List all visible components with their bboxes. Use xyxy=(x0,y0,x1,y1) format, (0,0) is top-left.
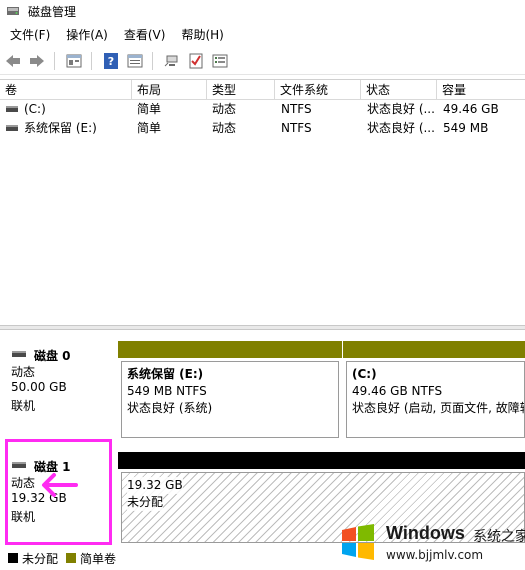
volume-capacity: 49.46 GB xyxy=(443,102,499,116)
disk-0-label[interactable]: 磁盘 0 动态 50.00 GB 联机 xyxy=(6,337,111,437)
partition-title: (C:) xyxy=(352,367,377,381)
forward-icon[interactable] xyxy=(26,50,48,72)
watermark: Windows 系统之家 www.bjjmlv.com xyxy=(336,516,525,570)
simple-volume-bar xyxy=(118,341,342,358)
column-header-volume[interactable]: 卷 xyxy=(0,80,132,100)
disk-type: 动态 xyxy=(11,365,36,379)
check-icon[interactable] xyxy=(185,50,207,72)
legend-swatch-simple xyxy=(66,553,77,563)
disk-state: 联机 xyxy=(11,399,36,413)
toolbar-separator xyxy=(54,51,55,70)
annotation-arrow-icon xyxy=(40,470,80,500)
disk-icon xyxy=(12,351,26,357)
title-bar: 磁盘管理 xyxy=(0,0,525,22)
volume-status: 状态良好 (... xyxy=(367,121,435,135)
drive-icon xyxy=(6,125,18,131)
menu-help[interactable]: 帮助(H) xyxy=(173,24,231,46)
volume-capacity: 549 MB xyxy=(443,121,489,135)
volume-type: 动态 xyxy=(212,121,237,135)
volume-type: 动态 xyxy=(212,102,237,116)
column-header-type[interactable]: 类型 xyxy=(207,80,275,100)
connect-icon[interactable] xyxy=(161,50,183,72)
volume-list: 卷 布局 类型 文件系统 状态 容量 (C:) 简单 动态 NTFS 状态良好 … xyxy=(0,79,525,325)
table-row[interactable]: 系统保留 (E:) 简单 动态 NTFS 状态良好 (... 549 MB xyxy=(0,119,525,138)
partition-size: 49.46 GB NTFS xyxy=(352,384,443,398)
table-row[interactable]: (C:) 简单 动态 NTFS 状态良好 (... 49.46 GB xyxy=(0,100,525,119)
toolbar-separator xyxy=(91,51,92,70)
watermark-brand: Windows xyxy=(386,523,465,543)
column-header-capacity[interactable]: 容量 xyxy=(437,80,525,100)
volume-layout: 简单 xyxy=(137,121,162,135)
toolbar: ? xyxy=(0,47,525,75)
partition-title: 系统保留 (E:) xyxy=(127,367,204,381)
partition-status: 状态良好 (启动, 页面文件, 故障转 xyxy=(352,401,525,415)
windows-logo-icon xyxy=(338,522,378,562)
volume-layout: 简单 xyxy=(137,102,162,116)
disk-management-icon xyxy=(6,4,20,18)
help-icon[interactable]: ? xyxy=(100,50,122,72)
properties-icon[interactable] xyxy=(124,50,146,72)
legend-label-unallocated: 未分配 xyxy=(22,551,59,566)
legend-swatch-unallocated xyxy=(8,553,18,563)
partition-c[interactable]: (C:) 49.46 GB NTFS 状态良好 (启动, 页面文件, 故障转 xyxy=(343,341,525,441)
drive-icon xyxy=(6,106,18,112)
watermark-text: 系统之家 xyxy=(473,529,525,545)
menu-action[interactable]: 操作(A) xyxy=(58,24,116,46)
list-icon[interactable] xyxy=(209,50,231,72)
volume-name: 系统保留 (E:) xyxy=(24,121,97,135)
unallocated-label: 未分配 xyxy=(127,494,164,511)
volume-filesystem: NTFS xyxy=(281,102,312,116)
menu-view[interactable]: 查看(V) xyxy=(116,24,174,46)
toolbar-separator xyxy=(152,51,153,70)
menu-bar: 文件(F) 操作(A) 查看(V) 帮助(H) xyxy=(0,24,525,46)
unallocated-bar xyxy=(118,452,525,469)
column-header-filesystem[interactable]: 文件系统 xyxy=(275,80,361,100)
volume-name: (C:) xyxy=(24,102,46,116)
watermark-url: www.bjjmlv.com xyxy=(386,548,484,562)
disk-name: 磁盘 0 xyxy=(34,349,71,363)
svg-text:?: ? xyxy=(108,55,114,68)
partition-size: 549 MB NTFS xyxy=(127,384,207,398)
disk-size: 50.00 GB xyxy=(11,380,67,394)
volume-status: 状态良好 (... xyxy=(367,102,435,116)
menu-file[interactable]: 文件(F) xyxy=(0,24,58,46)
unallocated-size: 19.32 GB xyxy=(127,477,183,494)
simple-volume-bar xyxy=(343,341,525,358)
partition-body: 系统保留 (E:) 549 MB NTFS 状态良好 (系统) xyxy=(121,361,339,438)
partition-body: (C:) 49.46 GB NTFS 状态良好 (启动, 页面文件, 故障转 xyxy=(346,361,525,438)
partition-status: 状态良好 (系统) xyxy=(127,401,213,415)
legend-label-simple: 简单卷 xyxy=(80,551,117,566)
column-header-status[interactable]: 状态 xyxy=(361,80,437,100)
partition-system-reserved[interactable]: 系统保留 (E:) 549 MB NTFS 状态良好 (系统) xyxy=(118,341,342,441)
window-title: 磁盘管理 xyxy=(28,4,77,19)
volume-filesystem: NTFS xyxy=(281,121,312,135)
back-icon[interactable] xyxy=(2,50,24,72)
pane-splitter[interactable] xyxy=(0,325,525,330)
column-header-layout[interactable]: 布局 xyxy=(132,80,207,100)
up-icon[interactable] xyxy=(63,50,85,72)
